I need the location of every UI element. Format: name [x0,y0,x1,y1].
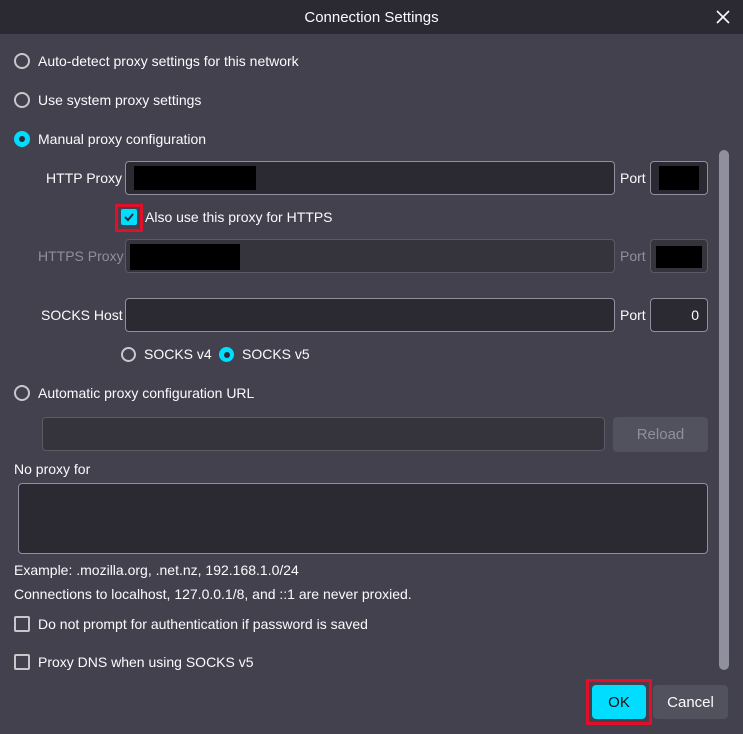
no-prompt-auth-option[interactable]: Do not prompt for authentication if pass… [14,616,368,632]
no-prompt-auth-label: Do not prompt for authentication if pass… [38,616,368,632]
proxy-dns-option[interactable]: Proxy DNS when using SOCKS v5 [14,654,254,670]
ok-button[interactable]: OK [592,685,646,719]
proxy-dns-checkbox[interactable] [14,654,30,670]
redacted-value [134,166,256,190]
ok-label: OK [608,693,630,711]
dialog-content: Auto-detect proxy settings for this netw… [0,34,743,734]
close-icon [716,10,730,24]
socks-v4-radio[interactable] [121,346,136,362]
redacted-value [130,244,240,270]
auto-url-label: Automatic proxy configuration URL [38,385,255,401]
https-proxy-label: HTTPS Proxy [38,248,124,264]
system-proxy-option[interactable]: Use system proxy settings [14,92,201,108]
dialog-titlebar: Connection Settings [0,0,743,34]
https-port-input[interactable] [650,239,708,273]
no-prompt-auth-checkbox[interactable] [14,616,30,632]
auto-url-option[interactable]: Automatic proxy configuration URL [14,385,254,401]
cancel-button[interactable]: Cancel [653,685,728,719]
auto-detect-label: Auto-detect proxy settings for this netw… [38,53,299,69]
also-https-checkbox[interactable] [121,209,137,225]
localhost-note: Connections to localhost, 127.0.0.1/8, a… [14,586,412,602]
https-proxy-input[interactable] [125,239,615,273]
socks-host-input[interactable] [125,298,615,332]
socks-v5-label: SOCKS v5 [242,346,310,362]
checkmark-icon [124,213,134,222]
socks-v4-label: SOCKS v4 [144,346,212,362]
no-proxy-textarea[interactable] [18,483,708,554]
socks-v5-radio[interactable] [219,346,234,362]
auto-url-radio[interactable] [14,385,30,401]
system-proxy-label: Use system proxy settings [38,92,202,108]
https-port-label: Port [620,248,646,264]
system-proxy-radio[interactable] [14,92,30,108]
reload-button[interactable]: Reload [613,417,708,452]
manual-proxy-label: Manual proxy configuration [38,131,207,147]
close-button[interactable] [711,5,735,29]
proxy-dns-label: Proxy DNS when using SOCKS v5 [38,654,254,670]
manual-proxy-option[interactable]: Manual proxy configuration [14,131,206,147]
socks-v5-option[interactable]: SOCKS v5 [219,346,310,362]
http-proxy-label: HTTP Proxy [46,170,122,186]
http-port-input[interactable] [650,161,708,195]
also-https-option[interactable]: Also use this proxy for HTTPS [121,209,333,225]
auto-detect-option[interactable]: Auto-detect proxy settings for this netw… [14,53,299,69]
socks-v4-option[interactable]: SOCKS v4 [121,346,212,362]
socks-port-label: Port [620,307,646,323]
socks-port-value: 0 [691,307,699,323]
no-proxy-label: No proxy for [14,461,91,477]
dialog-title: Connection Settings [304,8,439,26]
reload-label: Reload [636,426,685,443]
socks-port-input[interactable]: 0 [650,298,708,332]
auto-detect-radio[interactable] [14,53,30,69]
auto-url-input[interactable] [42,417,605,451]
also-https-label: Also use this proxy for HTTPS [145,209,333,225]
no-proxy-example: Example: .mozilla.org, .net.nz, 192.168.… [14,562,299,578]
http-proxy-input[interactable] [125,161,615,195]
socks-host-label: SOCKS Host [41,307,123,323]
http-port-label: Port [620,170,646,186]
manual-proxy-radio[interactable] [14,131,30,147]
redacted-value [659,166,699,190]
scrollbar-thumb[interactable] [719,150,729,670]
redacted-value [656,246,702,268]
cancel-label: Cancel [667,693,714,711]
